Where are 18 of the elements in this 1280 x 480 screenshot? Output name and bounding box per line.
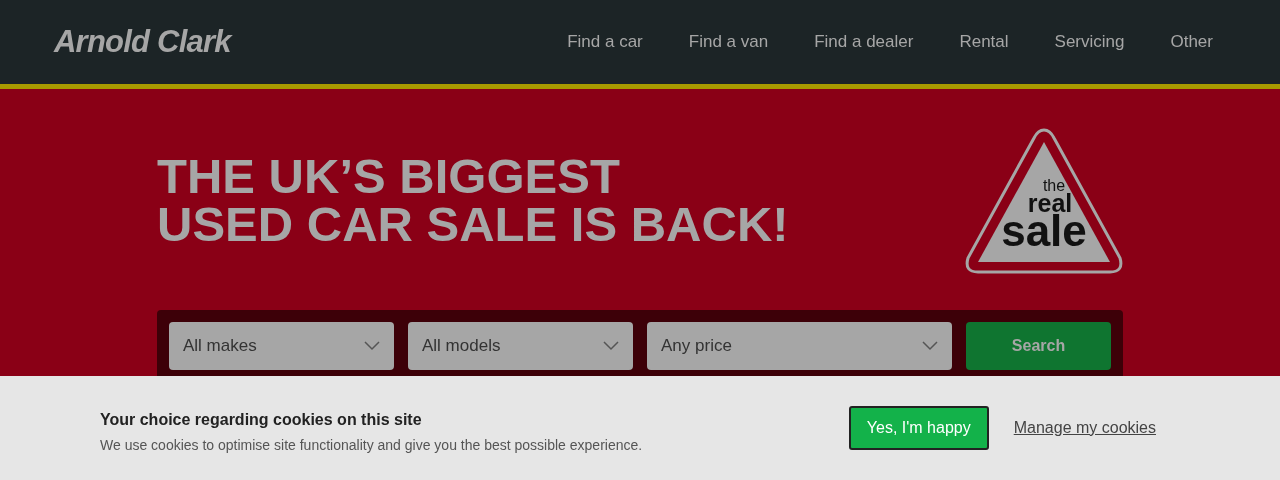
cookie-title: Your choice regarding cookies on this site (100, 410, 423, 430)
chevron-down-icon (603, 341, 619, 351)
nav-link[interactable]: Find a car (567, 29, 643, 55)
dropdown[interactable]: All makes (169, 322, 394, 370)
cookie-text: We use cookies to optimise site functionality and give you the best possible experience. (100, 436, 643, 455)
chevron-down-icon (364, 341, 380, 351)
nav-link[interactable]: Other (1170, 29, 1213, 55)
manage-cookies-link[interactable]: Manage my cookies (1013, 416, 1156, 440)
nav-link[interactable]: Servicing (1054, 29, 1125, 55)
chevron-down-icon (922, 341, 938, 351)
nav-link[interactable]: Find a dealer (814, 29, 914, 55)
dropdown[interactable]: All models (408, 322, 633, 370)
sale-badge-icon: the real sale (964, 126, 1124, 276)
nav-link[interactable]: Find a van (688, 29, 769, 55)
dropdown[interactable]: Any price (647, 322, 952, 370)
headline: THE UK’S BIGGEST USED CAR SALE IS BACK! (157, 152, 789, 248)
nav-link[interactable]: Rental (959, 29, 1009, 55)
logo[interactable]: Arnold Clark (54, 18, 231, 66)
